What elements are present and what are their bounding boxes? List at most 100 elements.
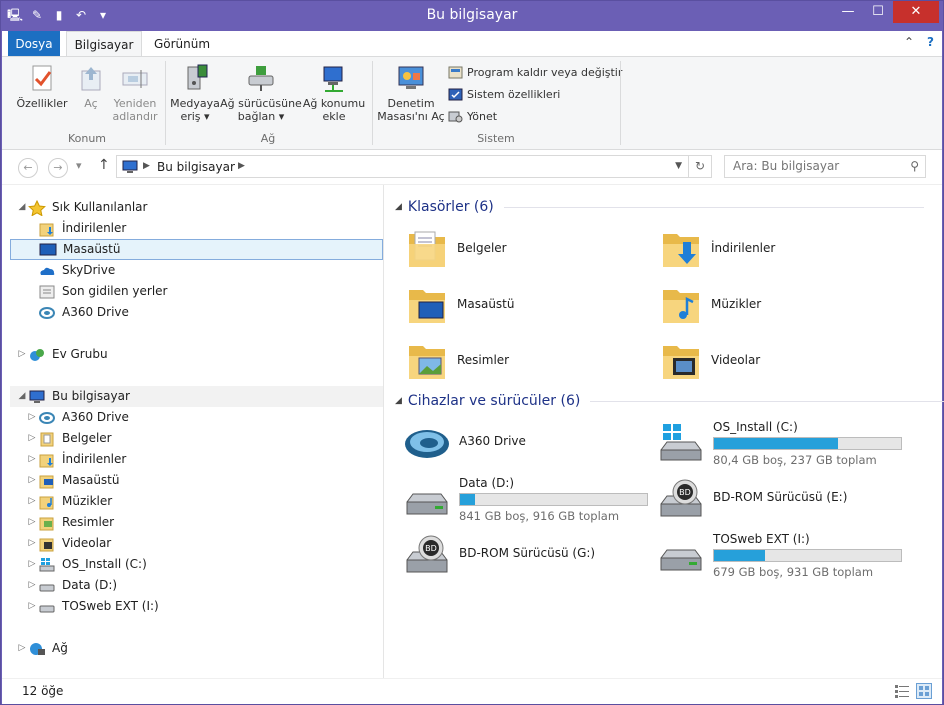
manage-label: Yönet (467, 110, 498, 123)
add-network-location-button[interactable]: Ağ konumu ekle (302, 63, 366, 123)
minimize-button[interactable]: — (833, 1, 863, 23)
nav-pc-documents[interactable]: ▷ Belgeler (26, 428, 112, 449)
help-icon[interactable]: ? (927, 35, 934, 49)
tab-view[interactable]: Görünüm (148, 31, 216, 57)
nav-favorites[interactable]: ◢ Sık Kullanılanlar (16, 197, 147, 218)
main-pane: ◢ Klasörler (6) Belgeler İndirilenler Ma… (385, 185, 944, 679)
refresh-button[interactable]: ↻ (688, 155, 712, 178)
skydrive-cloud-icon (40, 267, 55, 275)
network-location-icon (323, 66, 343, 92)
music-folder-icon (663, 290, 699, 323)
expand-arrow-icon[interactable]: ▷ (26, 512, 38, 533)
nav-pc-videos[interactable]: ▷ Videolar (26, 533, 111, 554)
drive-d[interactable]: Data (D:) 841 GB boş, 916 GB toplam (403, 474, 648, 526)
folder-downloads[interactable]: İndirilenler (659, 222, 775, 274)
recent-places-icon (39, 285, 55, 298)
up-button[interactable]: ↑ (98, 157, 110, 173)
media-access-button[interactable]: Medyaya eriş ▾ (170, 63, 220, 123)
hard-drive-icon (39, 605, 55, 612)
expand-arrow-icon[interactable]: ▷ (26, 470, 38, 491)
address-bar[interactable]: ▶ Bu bilgisayar ▶ ▼ (116, 155, 689, 178)
nav-desktop[interactable]: Masaüstü (10, 239, 383, 260)
nav-label: Bu bilgisayar (52, 389, 130, 403)
expand-arrow-icon[interactable]: ▷ (26, 428, 38, 449)
expand-arrow-icon[interactable]: ▷ (26, 407, 38, 428)
nav-skydrive[interactable]: SkyDrive (26, 260, 115, 281)
collapse-arrow-icon[interactable]: ◢ (395, 202, 402, 212)
nav-pc-a360[interactable]: ▷ A360 Drive (26, 407, 129, 428)
drive-e[interactable]: BD BD-ROM Sürücüsü (E:) (657, 474, 847, 526)
drive-usage-fill (460, 494, 476, 505)
folder-music[interactable]: Müzikler (659, 278, 761, 330)
minimize-ribbon-icon[interactable]: ⌃ (904, 35, 914, 49)
drive-i[interactable]: TOSweb EXT (I:) 679 GB boş, 931 GB topla… (657, 530, 902, 582)
back-button[interactable]: ← (18, 158, 38, 178)
rename-button[interactable]: Yeniden adlandır (110, 63, 160, 123)
nav-pc-downloads[interactable]: ▷ İndirilenler (26, 449, 126, 470)
expand-arrow-icon[interactable]: ◢ (16, 386, 28, 407)
rename-label-2: adlandır (112, 110, 158, 123)
folder-videos[interactable]: Videolar (659, 334, 760, 386)
nav-a360-drive[interactable]: A360 Drive (26, 302, 129, 323)
expand-arrow-icon[interactable]: ▷ (16, 638, 28, 659)
chevron-right-icon[interactable]: ▶ (238, 161, 245, 171)
details-view-icon[interactable] (894, 683, 910, 699)
manage-button[interactable]: Yönet (448, 109, 497, 124)
nav-pc-music[interactable]: ▷ Müzikler (26, 491, 112, 512)
search-box[interactable]: ⚲ (724, 155, 926, 178)
drive-c[interactable]: OS_Install (C:) 80,4 GB boş, 237 GB topl… (657, 418, 902, 470)
expand-arrow-icon[interactable]: ▷ (26, 554, 38, 575)
expand-arrow-icon[interactable]: ▷ (26, 491, 38, 512)
drive-g[interactable]: BD BD-ROM Sürücüsü (G:) (403, 530, 595, 582)
windows-drive-icon (39, 557, 55, 571)
nav-network[interactable]: ▷ Ağ (16, 638, 68, 659)
chevron-right-icon[interactable]: ▶ (143, 161, 150, 171)
expand-arrow-icon[interactable]: ◢ (16, 197, 28, 218)
folder-pictures[interactable]: Resimler (405, 334, 509, 386)
large-icons-view-icon[interactable] (916, 683, 932, 699)
nav-pc-pictures[interactable]: ▷ Resimler (26, 512, 114, 533)
search-input[interactable] (733, 159, 903, 173)
folders-section-header[interactable]: ◢ Klasörler (6) (395, 199, 924, 215)
item-count: 12 öğe (22, 684, 64, 698)
map-network-drive-button[interactable]: Ağ sürücüsüne bağlan ▾ (220, 63, 302, 123)
pictures-folder-icon (39, 517, 54, 530)
chevron-down-icon[interactable]: ▼ (675, 161, 682, 171)
folder-desktop[interactable]: Masaüstü (405, 278, 514, 330)
close-button[interactable]: ✕ (893, 1, 939, 23)
collapse-arrow-icon[interactable]: ◢ (395, 396, 402, 406)
tab-file[interactable]: Dosya (8, 31, 60, 57)
nav-downloads[interactable]: İndirilenler (26, 218, 126, 239)
expand-arrow-icon[interactable]: ▷ (26, 533, 38, 554)
open-button[interactable]: Aç (76, 63, 106, 110)
maximize-button[interactable]: ☐ (863, 1, 893, 23)
properties-button[interactable]: Özellikler (16, 63, 68, 110)
nav-pc-os-install[interactable]: ▷ OS_Install (C:) (26, 554, 147, 575)
nav-recent-places[interactable]: Son gidilen yerler (26, 281, 168, 302)
explorer-window: 🖳 ✎ ▮ ↶ ▾ Bu bilgisayar — ☐ ✕ Dosya Bilg… (0, 0, 944, 705)
nav-pc-desktop[interactable]: ▷ Masaüstü (26, 470, 119, 491)
search-icon[interactable]: ⚲ (910, 159, 919, 173)
expand-arrow-icon[interactable]: ▷ (26, 449, 38, 470)
tab-computer[interactable]: Bilgisayar (66, 31, 142, 57)
system-properties-button[interactable]: Sistem özellikleri (448, 87, 560, 102)
address-path[interactable]: Bu bilgisayar (157, 160, 235, 174)
recent-chevron-icon[interactable]: ▾ (76, 159, 82, 172)
expand-arrow-icon[interactable]: ▷ (26, 596, 38, 617)
nav-label: TOSweb EXT (I:) (62, 599, 159, 613)
control-panel-button[interactable]: Denetim Masası'nı Aç (376, 63, 446, 123)
devices-section-header[interactable]: ◢ Cihazlar ve sürücüler (6) (395, 393, 944, 409)
homegroup-icon (30, 348, 44, 361)
folder-name: Müzikler (711, 297, 762, 311)
nav-this-pc[interactable]: ◢ Bu bilgisayar (10, 386, 383, 407)
nav-pc-tosweb[interactable]: ▷ TOSweb EXT (I:) (26, 596, 159, 617)
devices-header-label: Cihazlar ve sürücüler (6) (407, 393, 581, 409)
forward-button[interactable]: → (48, 158, 68, 178)
uninstall-program-button[interactable]: Program kaldır veya değiştir (448, 65, 622, 80)
expand-arrow-icon[interactable]: ▷ (26, 575, 38, 596)
folder-documents[interactable]: Belgeler (405, 222, 507, 274)
nav-homegroup[interactable]: ▷ Ev Grubu (16, 344, 108, 365)
nav-pc-data[interactable]: ▷ Data (D:) (26, 575, 118, 596)
expand-arrow-icon[interactable]: ▷ (16, 344, 28, 365)
drive-a360[interactable]: A360 Drive (403, 418, 526, 470)
